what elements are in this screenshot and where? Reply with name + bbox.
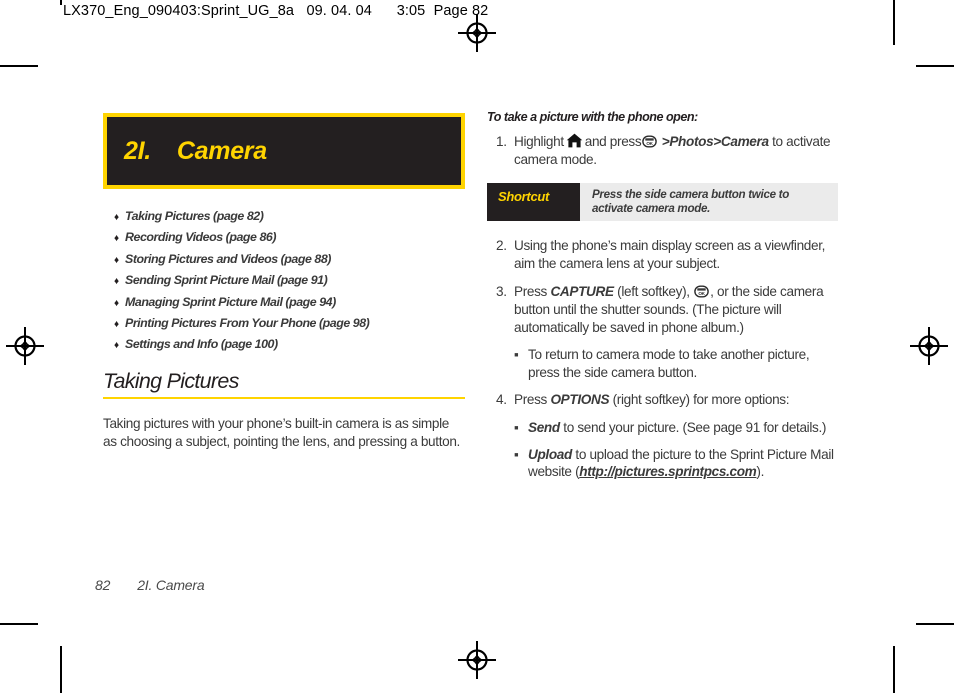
crop-mark-bottom-right-horizontal — [916, 623, 954, 625]
step-text: Using the phone’s main display screen as… — [514, 238, 826, 272]
substep-text-after: ). — [756, 464, 765, 480]
diamond-bullet-icon: ♦ — [114, 340, 120, 352]
procedure-step-1: 1. Highlight and press OK >Photos>Camera t… — [487, 133, 842, 169]
step-text: Press OPTIONS (right softkey) for more o… — [514, 391, 842, 409]
step-number: 4. — [496, 391, 507, 407]
chapter-name: Camera — [176, 136, 267, 165]
procedure-step-4: 4. Press OPTIONS (right softkey) for mor… — [487, 391, 842, 409]
step-text-post: (right softkey) for more options: — [612, 391, 790, 407]
registration-mark-left — [6, 327, 44, 365]
square-bullet-icon: ▪ — [514, 419, 519, 435]
right-column: To take a picture with the phone open: 1… — [487, 110, 842, 490]
registration-mark-bottom — [458, 641, 496, 679]
contents-entry-label: Settings and Info (page 100) — [125, 337, 278, 352]
square-bullet-icon: ▪ — [514, 446, 519, 462]
contents-entry-label: Storing Pictures and Videos (page 88) — [125, 251, 331, 266]
crop-mark-top-right-horizontal — [916, 65, 954, 67]
sprint-picture-mail-url[interactable]: http://pictures.sprintpcs.com — [579, 464, 757, 479]
square-bullet-icon: ▪ — [514, 347, 519, 363]
step-number: 2. — [496, 238, 507, 254]
contents-entry-label: Taking Pictures (page 82) — [125, 209, 264, 223]
contents-entry-label: Managing Sprint Picture Mail (page 94) — [125, 294, 336, 309]
procedure-step-3: 3. Press CAPTURE (left softkey), OK, or … — [487, 283, 842, 336]
crop-mark-top-left-vertical — [60, 0, 62, 5]
prepress-slug-line: LX370_Eng_090403:Sprint_UG_8a 09. 04. 04… — [63, 3, 489, 19]
diamond-bullet-icon: ♦ — [114, 318, 120, 330]
chapter-number: 2I. — [124, 136, 151, 165]
list-item[interactable]: ♦ Recording Videos (page 86) — [103, 230, 465, 244]
step-text: Highlight and press OK >Photos>Camera to a… — [514, 133, 842, 169]
procedure-step-2: 2. Using the phone’s main display screen… — [487, 237, 842, 273]
list-item[interactable]: ♦ Storing Pictures and Videos (page 88) — [103, 252, 465, 266]
step-text-pre: Press — [514, 284, 547, 299]
manual-page: { "prepress": { "slug": "LX370_Eng_09040… — [0, 0, 954, 693]
diamond-bullet-icon: ♦ — [114, 233, 120, 245]
home-icon — [566, 133, 583, 148]
list-item[interactable]: ♦ Printing Pictures From Your Phone (pag… — [103, 316, 465, 330]
list-item[interactable]: ♦ Taking Pictures (page 82) — [103, 209, 465, 223]
list-item[interactable]: ♦ Settings and Info (page 100) — [103, 337, 465, 351]
footer-chapter-reference: 2I. Camera — [137, 577, 205, 593]
contents-entry-label: Recording Videos (page 86) — [125, 230, 277, 245]
list-item[interactable]: ♦ Sending Sprint Picture Mail (page 91) — [103, 273, 465, 287]
section-heading-rule — [103, 397, 465, 400]
crop-mark-bottom-left-horizontal — [0, 623, 38, 625]
contents-entry-label: Sending Sprint Picture Mail (page 91) — [125, 273, 328, 288]
step-number: 1. — [496, 134, 507, 149]
svg-text:OK: OK — [647, 141, 654, 146]
contents-entry-label: Printing Pictures From Your Phone (page … — [125, 315, 370, 330]
chapter-contents-list: ♦ Taking Pictures (page 82) ♦ Recording … — [103, 209, 465, 351]
option-label-send: Send — [528, 419, 560, 435]
diamond-bullet-icon: ♦ — [114, 212, 120, 223]
step-text-pre: Highlight — [514, 134, 564, 149]
svg-text:OK: OK — [699, 291, 706, 296]
diamond-bullet-icon: ♦ — [114, 297, 120, 309]
substep-text: To return to camera mode to take another… — [528, 347, 810, 381]
procedure-lead-in: To take a picture with the phone open: — [487, 110, 698, 124]
diamond-bullet-icon: ♦ — [114, 276, 120, 288]
crop-mark-bottom-right-vertical — [893, 646, 895, 693]
crop-mark-top-left-horizontal — [0, 65, 38, 67]
substep-text: Upload to upload the picture to the Spri… — [528, 446, 842, 482]
shortcut-body-text: Press the side camera button twice to ac… — [580, 182, 838, 222]
step-text: Press CAPTURE (left softkey), OK, or the… — [514, 283, 842, 336]
substep-text: Send to send your picture. (See page 91 … — [528, 419, 842, 437]
option-label-upload: Upload — [528, 446, 572, 462]
shortcut-label: Shortcut — [487, 182, 580, 222]
diamond-bullet-icon: ♦ — [114, 254, 120, 266]
softkey-label-options: OPTIONS — [550, 391, 610, 407]
procedure-substep-upload: ▪ Upload to upload the picture to the Sp… — [514, 446, 842, 482]
footer-page-number: 82 — [95, 577, 111, 593]
registration-mark-right — [910, 327, 948, 365]
section-heading: Taking Pictures — [103, 369, 239, 394]
procedure-substep-return-to-camera: ▪ To return to camera mode to take anoth… — [514, 346, 842, 382]
registration-mark-top — [458, 14, 496, 52]
crop-mark-top-right-vertical — [893, 0, 895, 45]
procedure-substep-send: ▪ Send to send your picture. (See page 9… — [514, 419, 842, 437]
shortcut-callout: Shortcut Press the side camera button tw… — [487, 182, 838, 222]
page-footer: 82 2I. Camera — [95, 577, 205, 593]
step-menu-path: >Photos>Camera — [661, 134, 769, 149]
substep-text-body: to send your picture. (See page 91 for d… — [563, 419, 827, 435]
step-text-mid: and press — [584, 134, 642, 149]
menu-ok-key-icon: OK — [694, 284, 709, 299]
chapter-title-banner: 2I. Camera — [103, 113, 465, 189]
step-text-pre: Press — [514, 391, 547, 407]
menu-ok-key-icon: OK — [642, 134, 658, 149]
softkey-label-capture: CAPTURE — [550, 284, 614, 299]
list-item[interactable]: ♦ Managing Sprint Picture Mail (page 94) — [103, 295, 465, 309]
section-intro-paragraph: Taking pictures with your phone’s built-… — [103, 416, 460, 450]
crop-mark-bottom-left-vertical — [60, 646, 62, 693]
step-text-mid: (left softkey), — [617, 284, 690, 299]
step-number: 3. — [496, 284, 507, 299]
left-column: 2I. Camera ♦ Taking Pictures (page 82) ♦… — [103, 113, 465, 451]
